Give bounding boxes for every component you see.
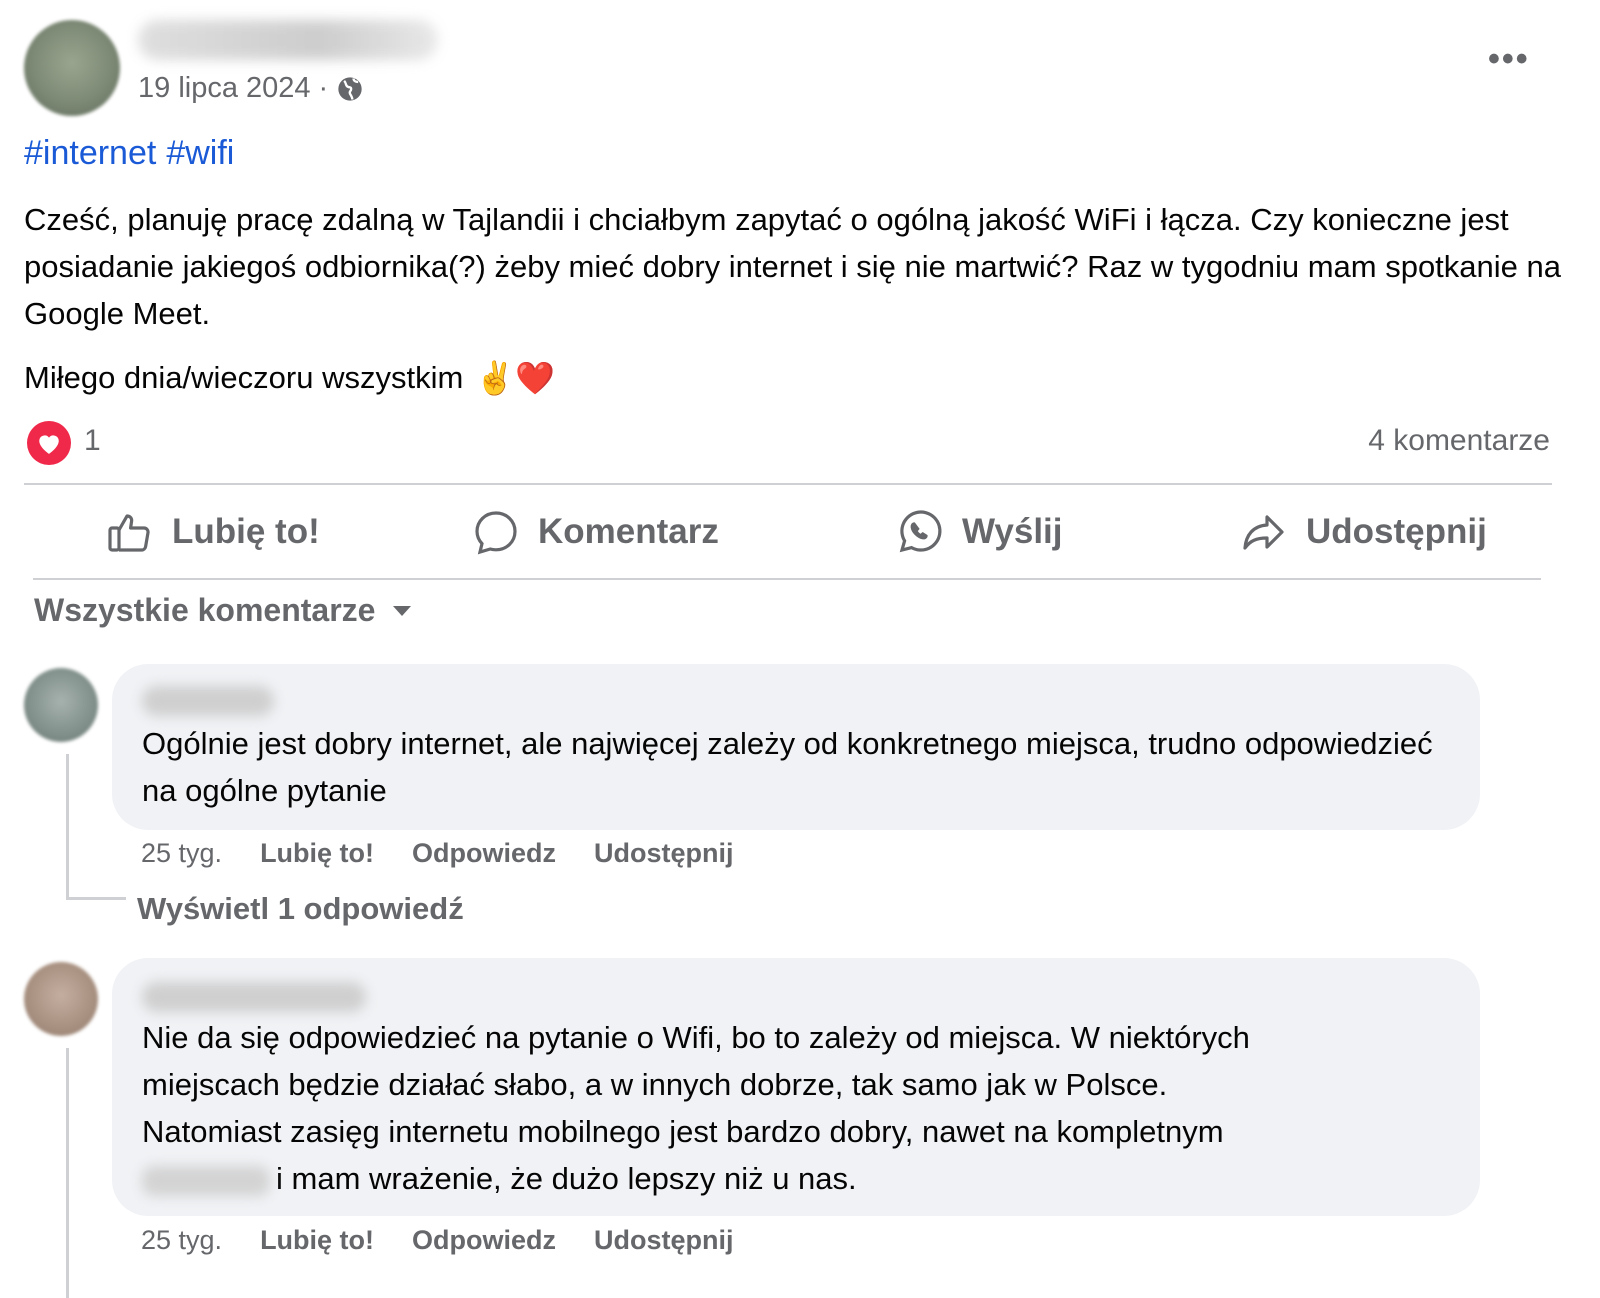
meta-separator: · (318, 72, 329, 104)
hashtags: #internet #wifi (24, 134, 244, 173)
post-text: Cześć, planuję pracę zdalną w Tajlandii … (24, 202, 1561, 331)
share-button[interactable]: Udostępnij (1238, 504, 1487, 560)
greeting-emoji: ✌️❤️ (475, 360, 555, 396)
comment-line: Natomiast zasięg internetu mobilnego jes… (142, 1114, 1224, 1149)
comment-line: miejscach będzie działać słabo, a w inny… (142, 1067, 1168, 1102)
filter-label: Wszystkie komentarze (34, 592, 376, 628)
commenter-avatar[interactable] (24, 962, 98, 1036)
thread-line (66, 754, 69, 900)
comment-bubble: Nie da się odpowiedzieć na pytanie o Wif… (112, 958, 1480, 1216)
post-greeting: Miłego dnia/wieczoru wszystkim ✌️❤️ (24, 356, 555, 400)
comment-reply-button[interactable]: Odpowiedz (412, 838, 556, 869)
comment-bubble: Ogólnie jest dobry internet, ale najwięc… (112, 664, 1480, 830)
comment-actions: 25 tyg. Lubię to! Odpowiedz Udostępnij (141, 838, 734, 869)
hashtag-link[interactable]: #wifi (166, 134, 234, 172)
comment-reply-button[interactable]: Odpowiedz (412, 1225, 556, 1256)
share-label: Udostępnij (1306, 512, 1487, 551)
comment-share-button[interactable]: Udostępnij (594, 1225, 734, 1256)
comment-text: Nie da się odpowiedzieć na pytanie o Wif… (142, 1014, 1462, 1202)
comment-line: i mam wrażenie, że dużo lepszy niż u nas… (276, 1161, 857, 1196)
comment-line-last: i mam wrażenie, że dużo lepszy niż u nas… (142, 1155, 1462, 1202)
view-replies-button[interactable]: Wyświetl 1 odpowiedź (137, 891, 464, 927)
send-button[interactable]: Wyślij (896, 504, 1063, 560)
whatsapp-icon (899, 510, 942, 553)
blurred-word (142, 1165, 270, 1196)
like-button[interactable]: Lubię to! (106, 504, 320, 560)
comment-like-button[interactable]: Lubię to! (260, 838, 374, 869)
share-arrow-icon (1243, 515, 1284, 550)
globe-icon (338, 76, 362, 101)
comment-like-button[interactable]: Lubię to! (260, 1225, 374, 1256)
reaction-count[interactable]: 1 (84, 424, 101, 458)
divider (33, 578, 1541, 580)
more-options-button[interactable]: ••• (1488, 42, 1530, 76)
love-reaction-icon[interactable] (27, 421, 71, 465)
thread-line (66, 897, 126, 900)
send-label: Wyślij (962, 512, 1063, 551)
post-author-name-blurred[interactable] (138, 20, 438, 60)
post-author-avatar[interactable] (24, 20, 120, 116)
thread-line (66, 1048, 69, 1298)
comment-line: Nie da się odpowiedzieć na pytanie o Wif… (142, 1020, 1250, 1055)
comment-share-button[interactable]: Udostępnij (594, 838, 734, 869)
comment-actions: 25 tyg. Lubię to! Odpowiedz Udostępnij (141, 1225, 734, 1256)
comment-age[interactable]: 25 tyg. (141, 838, 222, 869)
comments-count[interactable]: 4 komentarze (1368, 424, 1550, 458)
commenter-name-blurred[interactable] (142, 982, 366, 1012)
comment-age[interactable]: 25 tyg. (141, 1225, 222, 1256)
caret-down-icon (393, 605, 412, 616)
comments-filter-dropdown[interactable]: Wszystkie komentarze (34, 592, 413, 629)
divider (24, 483, 1552, 485)
greeting-text: Miłego dnia/wieczoru wszystkim (24, 360, 464, 395)
speech-bubble-icon (475, 511, 517, 555)
comment-button[interactable]: Komentarz (472, 504, 719, 560)
thumbs-up-icon (108, 514, 150, 552)
commenter-name-blurred[interactable] (142, 686, 274, 716)
like-label: Lubię to! (172, 512, 320, 551)
commenter-avatar[interactable] (24, 668, 98, 742)
hashtag-link[interactable]: #internet (24, 134, 156, 172)
post-date[interactable]: 19 lipca 2024 (138, 72, 311, 105)
comment-label: Komentarz (538, 512, 719, 551)
post-meta: 19 lipca 2024 · (138, 72, 364, 105)
comment-text: Ogólnie jest dobry internet, ale najwięc… (142, 726, 1433, 808)
